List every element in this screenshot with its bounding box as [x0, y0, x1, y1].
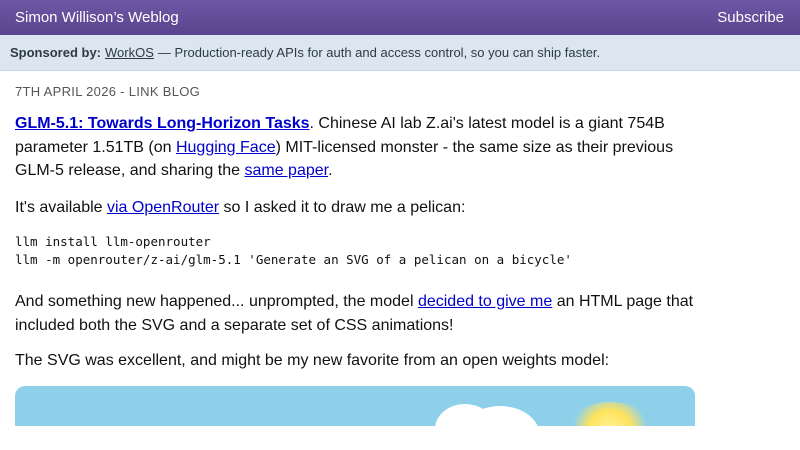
p2-text-b: so I asked it to draw me a pelican:: [219, 198, 466, 216]
site-header: Simon Willison’s Weblog Subscribe: [0, 0, 800, 35]
post-paragraph-4: The SVG was excellent, and might be my n…: [15, 349, 695, 373]
code-block: llm install llm-openrouter llm -m openro…: [15, 233, 785, 269]
p4-text: The SVG was excellent, and might be my n…: [15, 352, 610, 369]
pelican-image: [15, 385, 695, 426]
post-paragraph-2: It's available via OpenRouter so I asked…: [15, 196, 695, 220]
post-dateline[interactable]: 7TH APRIL 2026 - LINK BLOG: [15, 84, 785, 99]
decided-to-give-me-link[interactable]: decided to give me: [418, 293, 552, 310]
sponsor-text: — Production-ready APIs for auth and acc…: [157, 45, 601, 60]
main-content: 7TH APRIL 2026 - LINK BLOG GLM-5.1: Towa…: [0, 84, 800, 426]
sun-shape: [565, 401, 655, 426]
post-title-link[interactable]: GLM-5.1: Towards Long-Horizon Tasks: [15, 115, 310, 132]
subscribe-link[interactable]: Subscribe: [717, 9, 784, 26]
site-title-link[interactable]: Simon Willison’s Weblog: [15, 9, 179, 26]
sponsor-label: Sponsored by:: [10, 45, 102, 60]
post-paragraph-1: GLM-5.1: Towards Long-Horizon Tasks. Chi…: [15, 112, 695, 183]
same-paper-link[interactable]: same paper: [244, 162, 328, 179]
hugging-face-link[interactable]: Hugging Face: [176, 139, 276, 156]
p3-text-a: And something new happened... unprompted…: [15, 293, 418, 310]
sponsor-link[interactable]: WorkOS: [105, 45, 154, 60]
sponsor-banner: Sponsored by: WorkOS — Production-ready …: [0, 35, 800, 71]
post-paragraph-3: And something new happened... unprompted…: [15, 290, 695, 337]
p2-text-a: It's available: [15, 198, 107, 216]
openrouter-link[interactable]: via OpenRouter: [107, 199, 219, 216]
p1-text-c: .: [328, 162, 333, 179]
code-line-1: llm install llm-openrouter: [15, 234, 211, 249]
code-line-2: llm -m openrouter/z-ai/glm-5.1 'Generate…: [15, 252, 572, 267]
